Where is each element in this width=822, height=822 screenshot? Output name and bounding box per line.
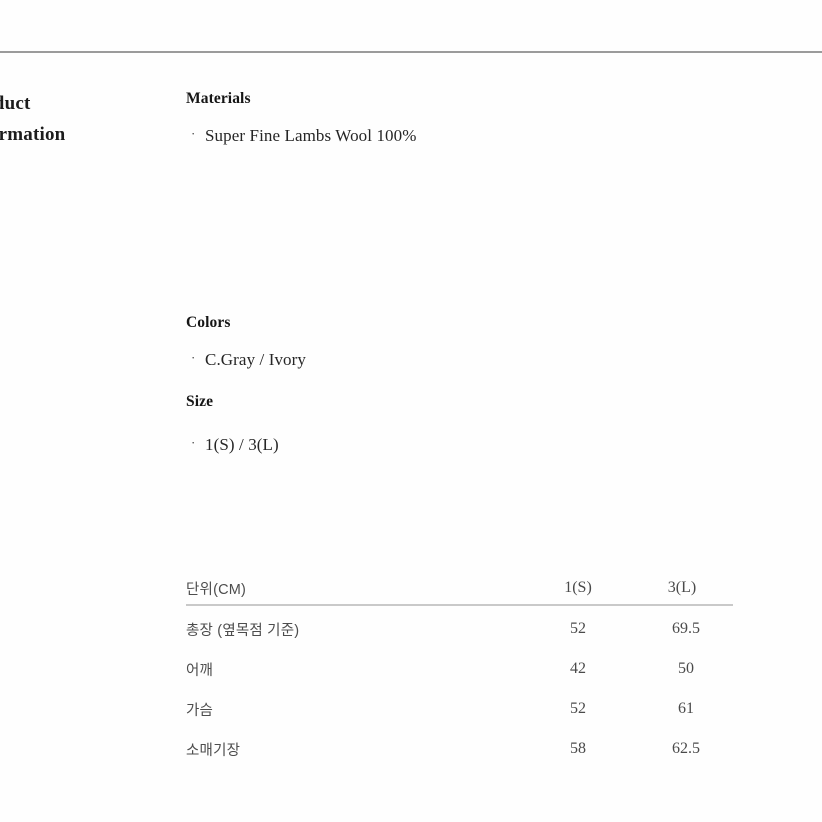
size-chart-table: 단위(CM) 1(S) 3(L) 총장 (옆목점 기준) 52 69.5 어깨 …: [186, 570, 734, 769]
size-row-value-l: 62.5: [672, 740, 700, 757]
size-row-label: 총장 (옆목점 기준): [186, 622, 300, 639]
size-item-text: 1(S) / 3(L): [205, 435, 279, 454]
colors-item-text: C.Gray / Ivory: [205, 350, 307, 369]
bullet-dot-icon: ·: [191, 435, 196, 450]
table-row: 어깨 42 50: [186, 649, 734, 689]
size-chart: 단위(CM) 1(S) 3(L) 총장 (옆목점 기준) 52 69.5 어깨 …: [186, 570, 734, 769]
size-row-label: 소매기장: [186, 742, 241, 759]
side-title-line-1: Product: [0, 93, 31, 114]
bullet-dot-icon: ·: [191, 126, 196, 141]
size-chart-header-unit: 단위(CM): [186, 581, 247, 598]
size-heading: Size: [186, 393, 214, 410]
table-row: 소매기장 58 62.5: [186, 729, 734, 769]
top-divider: [0, 51, 822, 53]
table-row: 가슴 52 61: [186, 689, 734, 729]
materials-item-text: Super Fine Lambs Wool 100%: [205, 126, 417, 145]
size-chart-header-l: 3(L): [667, 579, 697, 596]
bullet-dot-icon: ·: [191, 350, 196, 365]
materials-heading: Materials: [186, 90, 251, 107]
product-information-page: Product Information Materials · Super Fi…: [0, 0, 822, 822]
size-row-value-s: 58: [570, 740, 586, 757]
size-row-value-s: 52: [570, 620, 586, 637]
size-row-value-l: 69.5: [672, 620, 700, 637]
size-row-value-s: 42: [570, 660, 586, 677]
materials-list-item: · Super Fine Lambs Wool 100%: [191, 126, 417, 146]
size-list-item: · 1(S) / 3(L): [191, 435, 279, 455]
size-chart-header-row: 단위(CM) 1(S) 3(L): [186, 570, 734, 609]
table-row: 총장 (옆목점 기준) 52 69.5: [186, 609, 734, 649]
size-row-label: 가슴: [186, 702, 214, 719]
size-chart-header-s: 1(S): [564, 579, 592, 596]
colors-list-item: · C.Gray / Ivory: [191, 350, 306, 370]
colors-heading: Colors: [186, 314, 231, 331]
side-title-line-2: Information: [0, 124, 66, 145]
size-row-value-l: 61: [678, 700, 694, 717]
size-row-value-s: 52: [570, 700, 586, 717]
size-row-value-l: 50: [678, 660, 694, 677]
section-side-title: Product Information: [0, 88, 174, 150]
size-row-label: 어깨: [186, 662, 214, 679]
